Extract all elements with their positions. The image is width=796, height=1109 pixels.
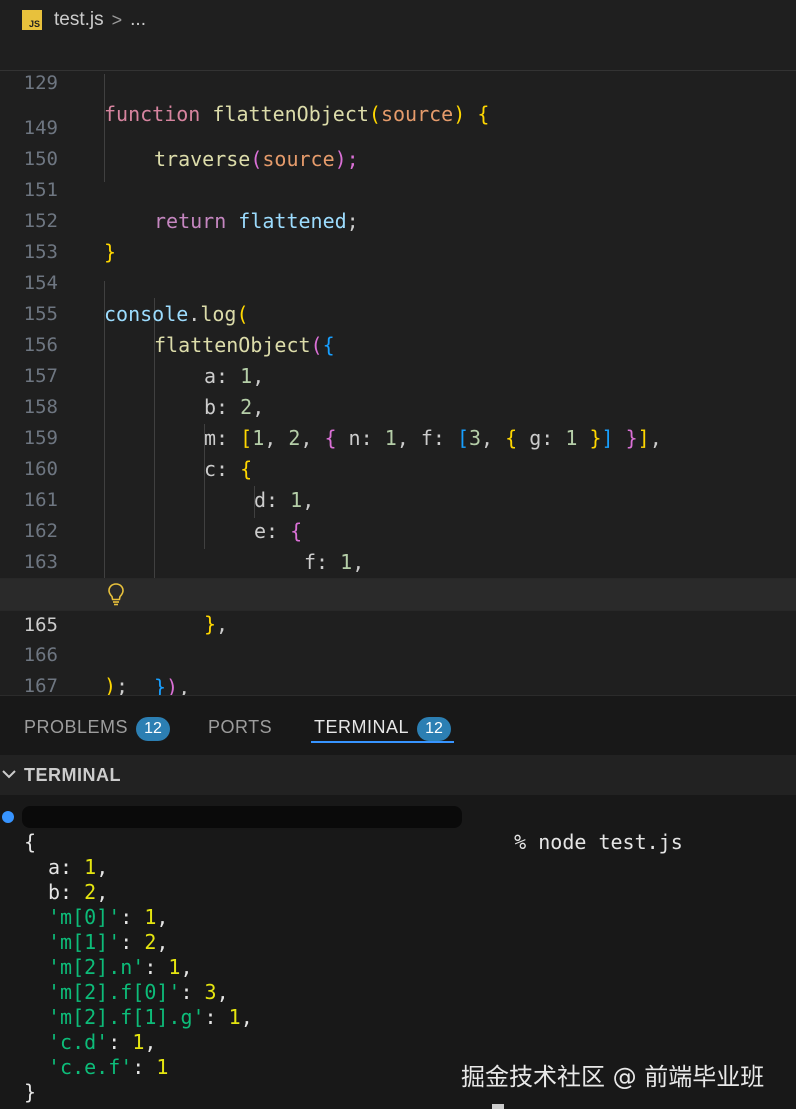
- watermark: 掘金技术社区 @ 前端毕业班: [461, 1063, 765, 1091]
- tab-terminal[interactable]: TERMINAL 12: [314, 714, 452, 741]
- terminal-cursor: [492, 1104, 504, 1109]
- terminal-line: {: [24, 830, 37, 854]
- code-editor[interactable]: 129 function flattenObject(source) { 149…: [0, 36, 796, 699]
- tab-problems[interactable]: PROBLEMS 12: [24, 714, 171, 741]
- chevron-right-icon: >: [111, 9, 123, 30]
- sticky-scroll-header[interactable]: 129 function flattenObject(source) {: [0, 36, 796, 126]
- terminal-line: 'm[0]': 1,: [48, 905, 169, 929]
- js-file-icon: JS: [22, 10, 42, 30]
- lightbulb-icon[interactable]: [107, 581, 125, 607]
- code-line: 155 flattenObject({: [23, 303, 335, 357]
- breadcrumb-symbols[interactable]: ...: [130, 9, 146, 31]
- code-line: 164 },: [24, 582, 229, 636]
- breadcrumb-file[interactable]: test.js: [54, 9, 104, 31]
- terminal-line: 'm[2].f[1].g': 1,: [48, 1005, 253, 1029]
- panel-tab-bar: PROBLEMS 12 PORTS TERMINAL 12: [0, 695, 796, 756]
- terminal-line: b: 2,: [48, 880, 109, 904]
- terminal-command: % node test.js: [514, 830, 683, 854]
- code-line: 154 console.log(: [23, 272, 249, 326]
- code-line: 159 c: {: [23, 427, 253, 481]
- breadcrumb: JS test.js > ...: [0, 0, 796, 40]
- code-line: 158 m: [1, 2, { n: 1, f: [3, { g: 1 }] }…: [23, 396, 662, 450]
- code-line: 163 },: [23, 551, 278, 605]
- terminal-line: 'c.e.f': 1: [48, 1055, 169, 1079]
- code-line: 161 e: {: [23, 489, 303, 543]
- code-line: 151 return flattened;: [23, 179, 359, 233]
- terminal-line: 'm[2].n': 1,: [48, 955, 193, 979]
- terminal-status-dot-icon: [2, 811, 14, 823]
- terminal-line: 'c.d': 1,: [48, 1030, 157, 1054]
- problems-count-badge: 12: [136, 717, 171, 741]
- terminal-line: 'm[1]': 2,: [48, 930, 169, 954]
- chevron-down-icon[interactable]: [0, 765, 18, 783]
- redacted-prompt-path: [22, 806, 462, 828]
- line-number: 129: [23, 72, 58, 94]
- active-tab-indicator: [311, 741, 454, 743]
- code-line: function flattenObject(source) {: [104, 102, 490, 126]
- code-line: 157 b: 2,: [23, 365, 265, 419]
- terminal-line: }: [24, 1080, 37, 1104]
- code-line: 166 );: [23, 644, 129, 698]
- code-line: 167: [23, 675, 58, 697]
- current-code-line[interactable]: 165 }),: [0, 578, 796, 699]
- code-line: 156 a: 1,: [23, 334, 265, 388]
- code-line: 162 f: 1,: [23, 520, 365, 574]
- terminal-section-header[interactable]: TERMINAL: [0, 755, 796, 795]
- code-line: 153: [23, 241, 58, 263]
- tab-ports[interactable]: PORTS: [208, 714, 272, 740]
- terminal-line: 'm[2].f[0]': 3,: [48, 980, 229, 1004]
- terminal-count-badge: 12: [417, 717, 452, 741]
- terminal-line: a: 1,: [48, 855, 109, 879]
- code-line: 152 }: [23, 210, 117, 264]
- code-line: 160 d: 1,: [23, 458, 315, 512]
